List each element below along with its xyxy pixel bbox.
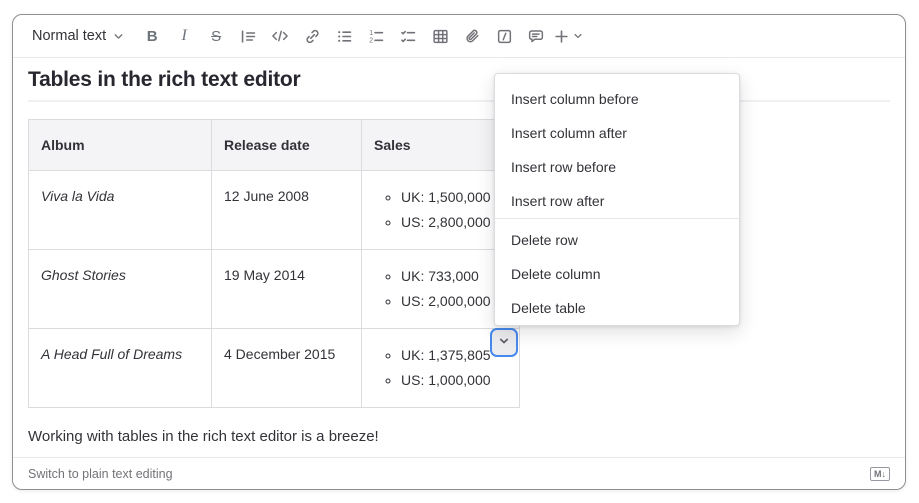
menu-item-insert-row-after[interactable]: Insert row after — [495, 184, 739, 218]
code-icon — [271, 28, 289, 44]
cell-options-button[interactable] — [490, 328, 518, 357]
cell-album[interactable]: A Head Full of Dreams — [29, 329, 212, 408]
bullet-list-icon — [336, 28, 353, 45]
menu-item-delete-row[interactable]: Delete row — [495, 223, 739, 257]
menu-item-insert-row-before[interactable]: Insert row before — [495, 150, 739, 184]
quote-button[interactable] — [232, 20, 264, 52]
comment-button[interactable] — [520, 20, 552, 52]
rich-text-editor: Normal text B I S 12 — [12, 14, 906, 490]
cell-release-date[interactable]: 4 December 2015 — [212, 329, 362, 408]
table-button[interactable] — [424, 20, 456, 52]
text-style-dropdown[interactable]: Normal text — [28, 20, 128, 52]
attachment-button[interactable] — [456, 20, 488, 52]
column-header-album[interactable]: Album — [29, 120, 212, 171]
sales-list-item: US: 2,000,000 — [401, 289, 507, 314]
sales-list-item: US: 1,000,000 — [401, 368, 507, 393]
attachment-icon — [464, 28, 481, 45]
task-list-button[interactable] — [392, 20, 424, 52]
cell-release-date[interactable]: 19 May 2014 — [212, 250, 362, 329]
svg-text:1: 1 — [369, 30, 373, 37]
sales-list-item: US: 2,800,000 — [401, 210, 507, 235]
document-paragraph[interactable]: Working with tables in the rich text edi… — [28, 428, 890, 445]
album-table: Album Release date Sales Viva la Vida12 … — [28, 119, 520, 408]
slash-command-button[interactable] — [488, 20, 520, 52]
editor-toolbar: Normal text B I S 12 — [13, 15, 905, 58]
text-style-label: Normal text — [32, 28, 106, 44]
menu-divider — [495, 218, 739, 219]
italic-button[interactable]: I — [168, 20, 200, 52]
task-list-icon — [400, 28, 417, 45]
more-options-button[interactable] — [552, 20, 584, 52]
sales-list: UK: 1,500,000US: 2,800,000 — [374, 185, 507, 235]
table-row: Viva la Vida12 June 2008UK: 1,500,000US:… — [29, 171, 520, 250]
table-icon — [432, 28, 449, 45]
chevron-down-icon — [498, 335, 510, 350]
chevron-down-icon — [113, 31, 124, 42]
switch-to-plain-text-link[interactable]: Switch to plain text editing — [28, 467, 173, 481]
code-button[interactable] — [264, 20, 296, 52]
sales-list: UK: 1,375,805US: 1,000,000 — [374, 343, 507, 393]
cell-album[interactable]: Ghost Stories — [29, 250, 212, 329]
cell-release-date[interactable]: 12 June 2008 — [212, 171, 362, 250]
markdown-icon[interactable]: M↓ — [870, 467, 890, 481]
cell-album[interactable]: Viva la Vida — [29, 171, 212, 250]
svg-text:2: 2 — [369, 37, 373, 44]
sales-list: UK: 733,000US: 2,000,000 — [374, 264, 507, 314]
table-options-menu: Insert column beforeInsert column afterI… — [494, 73, 740, 326]
numbered-list-icon: 12 — [368, 28, 385, 45]
album-table-body: Viva la Vida12 June 2008UK: 1,500,000US:… — [29, 171, 520, 408]
menu-item-delete-table[interactable]: Delete table — [495, 291, 739, 325]
sales-list-item: UK: 733,000 — [401, 264, 507, 289]
column-header-release-date[interactable]: Release date — [212, 120, 362, 171]
sales-list-item: UK: 1,500,000 — [401, 185, 507, 210]
chevron-down-icon — [573, 31, 583, 41]
menu-item-insert-column-after[interactable]: Insert column after — [495, 116, 739, 150]
bold-icon: B — [147, 28, 158, 45]
link-button[interactable] — [296, 20, 328, 52]
bold-button[interactable]: B — [136, 20, 168, 52]
slash-command-icon — [496, 28, 513, 45]
document-heading[interactable]: Tables in the rich text editor — [28, 66, 890, 102]
table-row: A Head Full of Dreams4 December 2015UK: … — [29, 329, 520, 408]
table-row: Ghost Stories19 May 2014UK: 733,000US: 2… — [29, 250, 520, 329]
strikethrough-icon: S — [211, 28, 221, 45]
numbered-list-button[interactable]: 12 — [360, 20, 392, 52]
menu-item-insert-column-before[interactable]: Insert column before — [495, 82, 739, 116]
link-icon — [304, 28, 321, 45]
italic-icon: I — [181, 27, 186, 45]
quote-icon — [240, 28, 257, 45]
editor-footer: Switch to plain text editing M↓ — [13, 457, 905, 489]
comment-icon — [527, 28, 545, 45]
bullet-list-button[interactable] — [328, 20, 360, 52]
table-header-row: Album Release date Sales — [29, 120, 520, 171]
plus-icon — [554, 29, 569, 44]
menu-item-delete-column[interactable]: Delete column — [495, 257, 739, 291]
editor-content-area: Tables in the rich text editor Album Rel… — [13, 66, 905, 445]
strikethrough-button[interactable]: S — [200, 20, 232, 52]
